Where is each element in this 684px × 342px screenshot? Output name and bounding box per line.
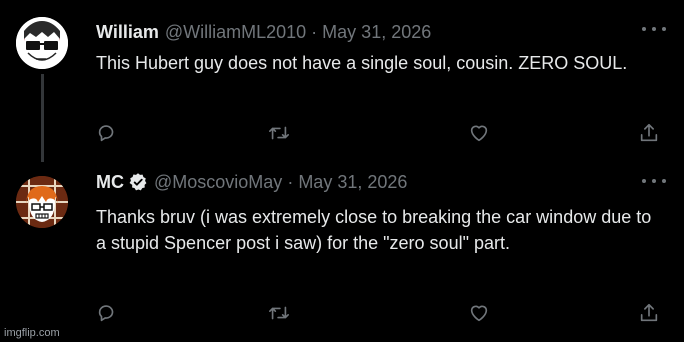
- avatar-mc[interactable]: [16, 176, 68, 228]
- action-bar: [96, 302, 662, 326]
- verified-badge-icon: [128, 172, 148, 192]
- display-name[interactable]: William: [96, 21, 159, 43]
- tweet-header: MC @MoscovioMay · May 31, 2026: [96, 171, 407, 193]
- thread-connector-line: [41, 74, 44, 162]
- heart-icon[interactable]: [468, 122, 492, 146]
- tweet-text: This Hubert guy does not have a single s…: [96, 53, 628, 73]
- tweet-mc[interactable]: MC @MoscovioMay · May 31, 2026 Thanks br…: [0, 162, 684, 342]
- tweet-william[interactable]: William @WilliamML2010 · May 31, 2026 Th…: [0, 0, 684, 162]
- imgflip-watermark: imgflip.com: [4, 327, 60, 339]
- heart-icon[interactable]: [468, 302, 492, 326]
- avatar-william[interactable]: [16, 17, 68, 69]
- more-icon[interactable]: [642, 24, 666, 34]
- reply-icon[interactable]: [96, 122, 120, 146]
- retweet-icon[interactable]: [268, 302, 292, 326]
- more-icon[interactable]: [642, 176, 666, 186]
- separator-dot: ·: [311, 22, 318, 42]
- separator-dot: ·: [287, 172, 294, 192]
- william-avatar-icon: [16, 17, 68, 69]
- tweet-text: Thanks bruv (i was extremely close to br…: [96, 207, 652, 253]
- display-name[interactable]: MC: [96, 171, 124, 193]
- retweet-icon[interactable]: [268, 122, 292, 146]
- tweet-header: William @WilliamML2010 · May 31, 2026: [96, 21, 431, 43]
- reply-icon[interactable]: [96, 302, 120, 326]
- share-icon[interactable]: [638, 122, 662, 146]
- timestamp[interactable]: May 31, 2026: [322, 21, 431, 43]
- handle[interactable]: @WilliamML2010: [165, 21, 306, 43]
- action-bar: [96, 122, 662, 146]
- timestamp[interactable]: May 31, 2026: [298, 171, 407, 193]
- share-icon[interactable]: [638, 302, 662, 326]
- handle[interactable]: @MoscovioMay: [154, 171, 282, 193]
- mc-avatar-icon: [16, 176, 68, 228]
